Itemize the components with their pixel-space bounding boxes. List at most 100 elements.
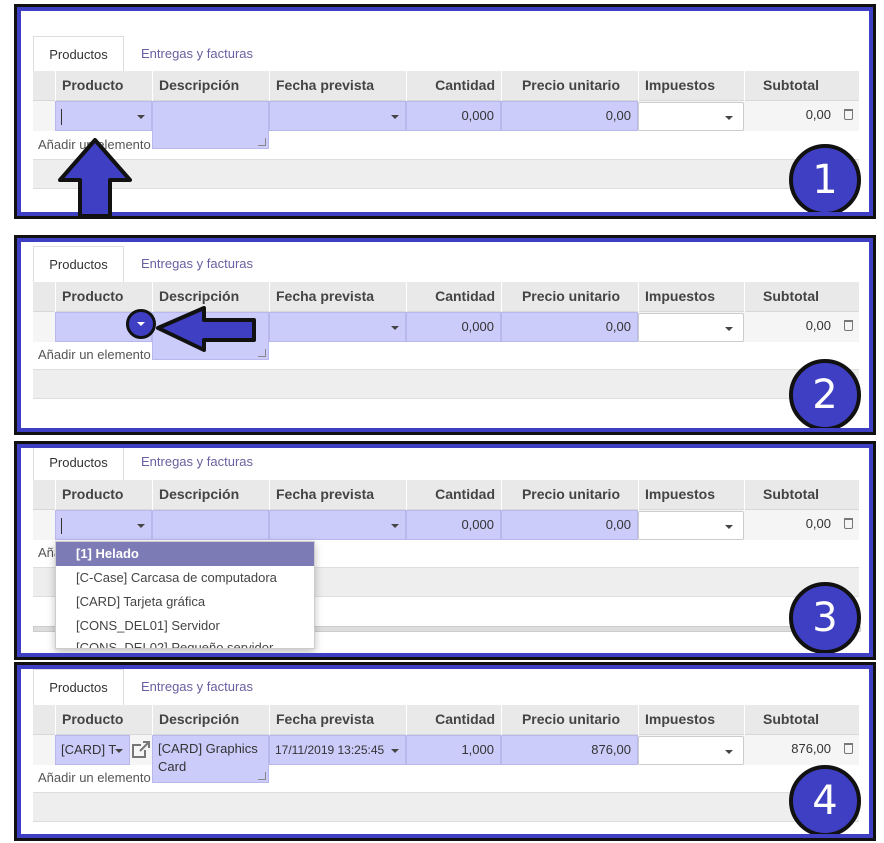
date-value: 17/11/2019 13:25:45: [275, 743, 385, 757]
unit-price-field[interactable]: 0,00: [501, 101, 638, 131]
header-quantity[interactable]: Cantidad: [406, 282, 501, 312]
resize-handle-icon[interactable]: [258, 138, 266, 146]
header-product[interactable]: Producto: [55, 282, 152, 312]
trash-icon[interactable]: [844, 518, 853, 529]
header-date[interactable]: Fecha prevista: [269, 71, 406, 101]
chevron-down-icon[interactable]: [137, 115, 145, 119]
header-quantity[interactable]: Cantidad: [406, 71, 501, 101]
taxes-select[interactable]: [638, 511, 744, 540]
date-field[interactable]: [269, 312, 406, 342]
arrow-left-icon: [156, 306, 256, 352]
chevron-down-icon[interactable]: [115, 749, 123, 753]
date-field[interactable]: [269, 101, 406, 131]
tab-deliveries[interactable]: Entregas y facturas: [141, 448, 253, 480]
description-field[interactable]: [152, 101, 269, 149]
header-product[interactable]: Producto: [55, 480, 152, 510]
header-taxes[interactable]: Impuestos: [638, 480, 744, 510]
header-date[interactable]: Fecha prevista: [269, 705, 406, 735]
tab-deliveries[interactable]: Entregas y facturas: [141, 246, 253, 282]
chevron-down-icon[interactable]: [725, 750, 733, 754]
product-dropdown-menu: [1] Helado [C-Case] Carcasa de computado…: [55, 541, 315, 649]
text-cursor: [61, 109, 62, 125]
dropdown-item[interactable]: [CONS_DEL02] Pequeño servidor: [56, 638, 314, 648]
dropdown-item[interactable]: [CONS_DEL01] Servidor: [56, 614, 314, 638]
chevron-down-icon[interactable]: [391, 524, 399, 528]
dropdown-item[interactable]: [1] Helado: [56, 542, 314, 566]
chevron-down-icon[interactable]: [725, 327, 733, 331]
header-unit-price[interactable]: Precio unitario: [501, 282, 638, 312]
step-1-panel: Productos Entregas y facturas Producto D…: [14, 4, 876, 219]
resize-handle-icon[interactable]: [258, 349, 266, 357]
tab-bar: Productos Entregas y facturas: [33, 448, 865, 480]
description-field[interactable]: [CARD] Graphics Card: [152, 735, 269, 783]
trash-icon[interactable]: [844, 743, 853, 754]
product-field[interactable]: [55, 101, 152, 131]
tab-products[interactable]: Productos: [33, 669, 124, 705]
header-quantity[interactable]: Cantidad: [406, 705, 501, 735]
dropdown-item[interactable]: [C-Case] Carcasa de computadora: [56, 566, 314, 590]
tab-bar: Productos Entregas y facturas: [33, 246, 865, 282]
trash-icon[interactable]: [844, 109, 853, 120]
taxes-select[interactable]: [638, 736, 744, 765]
tab-products[interactable]: Productos: [33, 246, 124, 282]
header-subtotal[interactable]: Subtotal: [744, 282, 837, 312]
external-link-icon[interactable]: [132, 741, 150, 759]
header-unit-price[interactable]: Precio unitario: [501, 71, 638, 101]
header-description[interactable]: Descripción: [152, 71, 269, 101]
add-item-link[interactable]: Añadir un elemento: [38, 347, 151, 362]
resize-handle-icon[interactable]: [258, 772, 266, 780]
product-dropdown-toggle-highlight[interactable]: [126, 309, 156, 339]
description-field[interactable]: [152, 510, 269, 540]
table-header: Producto Descripción Fecha prevista Cant…: [33, 71, 859, 101]
description-line: Card: [158, 759, 187, 774]
header-date[interactable]: Fecha prevista: [269, 480, 406, 510]
quantity-field[interactable]: 0,000: [406, 510, 501, 540]
quantity-field[interactable]: 0,000: [406, 312, 501, 342]
subtotal-value: 0,00: [805, 516, 831, 531]
taxes-select[interactable]: [638, 313, 744, 342]
quantity-field[interactable]: 1,000: [406, 735, 501, 765]
header-subtotal[interactable]: Subtotal: [744, 480, 837, 510]
header-date[interactable]: Fecha prevista: [269, 282, 406, 312]
chevron-down-icon[interactable]: [391, 115, 399, 119]
header-quantity[interactable]: Cantidad: [406, 480, 501, 510]
header-product[interactable]: Producto: [55, 71, 152, 101]
product-field[interactable]: [CARD] T: [55, 735, 130, 765]
chevron-down-icon[interactable]: [725, 116, 733, 120]
step-3-panel: Productos Entregas y facturas Producto D…: [14, 441, 876, 660]
unit-price-field[interactable]: 0,00: [501, 510, 638, 540]
chevron-down-icon[interactable]: [391, 749, 399, 753]
header-description[interactable]: Descripción: [152, 480, 269, 510]
quantity-field[interactable]: 0,000: [406, 101, 501, 131]
tab-deliveries[interactable]: Entregas y facturas: [141, 669, 253, 705]
tab-bar: Productos Entregas y facturas: [33, 669, 865, 705]
product-field[interactable]: [55, 510, 152, 540]
table-row: [CARD] T [CARD] Graphics Card 17/11/2019…: [33, 735, 859, 783]
taxes-select[interactable]: [638, 102, 744, 131]
date-field[interactable]: 17/11/2019 13:25:45: [269, 735, 406, 765]
header-unit-price[interactable]: Precio unitario: [501, 480, 638, 510]
header-subtotal[interactable]: Subtotal: [744, 705, 837, 735]
chevron-down-icon[interactable]: [137, 524, 145, 528]
header-taxes[interactable]: Impuestos: [638, 282, 744, 312]
step-1-frame: Productos Entregas y facturas Producto D…: [17, 7, 873, 216]
add-item-link[interactable]: Añadir un elemento: [38, 770, 151, 785]
header-unit-price[interactable]: Precio unitario: [501, 705, 638, 735]
header-taxes[interactable]: Impuestos: [638, 705, 744, 735]
chevron-down-icon[interactable]: [391, 326, 399, 330]
tab-bar: Productos Entregas y facturas: [33, 36, 865, 72]
header-description[interactable]: Descripción: [152, 705, 269, 735]
table-row: 0,000 0,00 0,00: [33, 101, 859, 149]
unit-price-field[interactable]: 876,00: [501, 735, 638, 765]
tab-deliveries[interactable]: Entregas y facturas: [141, 36, 253, 72]
tab-products[interactable]: Productos: [33, 448, 124, 480]
header-subtotal[interactable]: Subtotal: [744, 71, 837, 101]
date-field[interactable]: [269, 510, 406, 540]
header-product[interactable]: Producto: [55, 705, 152, 735]
tab-products[interactable]: Productos: [33, 36, 124, 72]
trash-icon[interactable]: [844, 320, 853, 331]
chevron-down-icon[interactable]: [725, 525, 733, 529]
unit-price-field[interactable]: 0,00: [501, 312, 638, 342]
dropdown-item[interactable]: [CARD] Tarjeta gráfica: [56, 590, 314, 614]
header-taxes[interactable]: Impuestos: [638, 71, 744, 101]
